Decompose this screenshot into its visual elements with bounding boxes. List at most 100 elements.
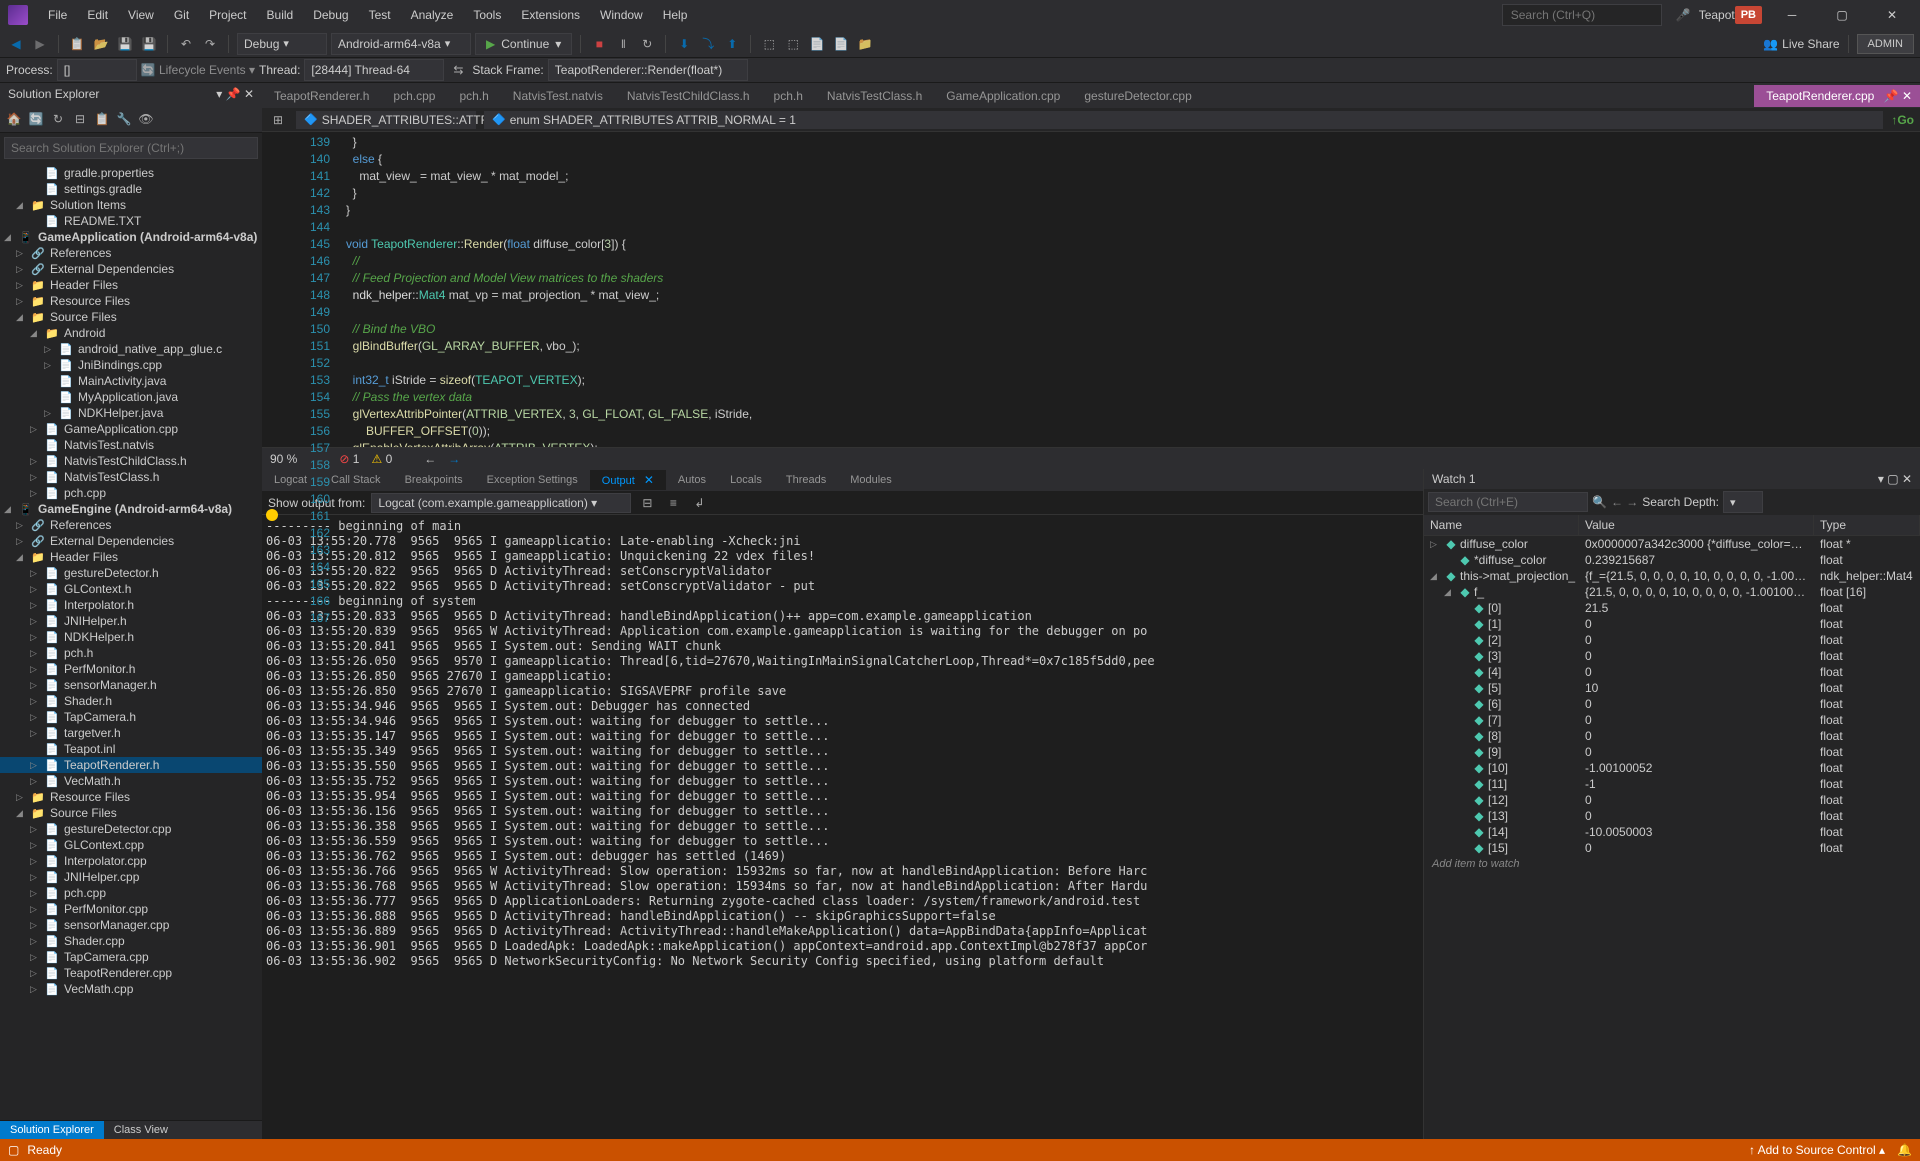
watch-row[interactable]: ◆*diffuse_color0.239215687float (1424, 552, 1920, 568)
panel-close-icon[interactable]: ✕ (244, 87, 254, 101)
tree-item[interactable]: 📄gradle.properties (0, 165, 262, 181)
menu-project[interactable]: Project (201, 4, 254, 26)
watch-col-type[interactable]: Type (1814, 515, 1920, 535)
tree-item[interactable]: ▷📁Header Files (0, 277, 262, 293)
refresh-icon[interactable]: ↻ (48, 109, 68, 129)
continue-button[interactable]: ▶Continue ▾ (475, 33, 572, 55)
tree-item[interactable]: ▷📄pch.cpp (0, 885, 262, 901)
watch-close-icon[interactable]: ✕ (1902, 472, 1912, 486)
tree-item[interactable]: ▷📁Resource Files (0, 789, 262, 805)
tree-item[interactable]: ▷📄pch.cpp (0, 485, 262, 501)
watch-row[interactable]: ◢◆f_{21.5, 0, 0, 0, 0, 10, 0, 0, 0, 0, -… (1424, 584, 1920, 600)
editor-tab[interactable]: pch.h (762, 85, 815, 107)
add-source-control[interactable]: ↑ Add to Source Control ▴ (1749, 1143, 1885, 1157)
tree-item[interactable]: 📄README.TXT (0, 213, 262, 229)
code-editor[interactable]: 1391401411421431441451461471481491501511… (262, 132, 1920, 447)
editor-tab[interactable]: gestureDetector.cpp (1072, 85, 1203, 107)
menu-tools[interactable]: Tools (465, 4, 509, 26)
home-icon[interactable]: 🏠 (4, 109, 24, 129)
tree-item[interactable]: 📄NatvisTest.natvis (0, 437, 262, 453)
tree-item[interactable]: ◢📁Android (0, 325, 262, 341)
minimize-button[interactable]: ─ (1772, 1, 1812, 29)
tree-item[interactable]: ◢📁Header Files (0, 549, 262, 565)
tree-item[interactable]: ▷📄TeapotRenderer.h (0, 757, 262, 773)
platform-dropdown[interactable]: Android-arm64-v8a ▾ (331, 33, 471, 55)
close-button[interactable]: ✕ (1872, 1, 1912, 29)
tb-icon-1[interactable]: ⬚ (759, 34, 779, 54)
tree-item[interactable]: ▷📄PerfMonitor.cpp (0, 901, 262, 917)
watch-row[interactable]: ◆[4]0float (1424, 664, 1920, 680)
new-project-icon[interactable]: 📋 (67, 34, 87, 54)
tree-item[interactable]: ▷📄NatvisTestClass.h (0, 469, 262, 485)
tree-item[interactable]: ▷📄TapCamera.cpp (0, 949, 262, 965)
menu-edit[interactable]: Edit (79, 4, 116, 26)
editor-tab[interactable]: GameApplication.cpp (934, 85, 1072, 107)
lifecycle-events-button[interactable]: 🔄 Lifecycle Events ▾ (141, 63, 255, 77)
restart-icon[interactable]: ↻ (637, 34, 657, 54)
watch-row[interactable]: ◆[10]-1.00100052float (1424, 760, 1920, 776)
step-into-icon[interactable]: ⬇ (674, 34, 694, 54)
watch-row[interactable]: ◢◆this->mat_projection_{f_={21.5, 0, 0, … (1424, 568, 1920, 584)
tree-item[interactable]: ▷🔗References (0, 517, 262, 533)
stop-icon[interactable]: ■ (589, 34, 609, 54)
menu-view[interactable]: View (120, 4, 162, 26)
watch-row[interactable]: ◆[6]0float (1424, 696, 1920, 712)
tree-item[interactable]: 📄MainActivity.java (0, 373, 262, 389)
editor-tab-active[interactable]: TeapotRenderer.cpp 📌 ✕ (1754, 85, 1920, 107)
tree-item[interactable]: ▷📄sensorManager.h (0, 677, 262, 693)
editor-tab[interactable]: pch.cpp (381, 85, 447, 107)
tree-item[interactable]: ▷📄Shader.cpp (0, 933, 262, 949)
tb-icon-2[interactable]: ⬚ (783, 34, 803, 54)
process-dropdown[interactable]: [] (57, 59, 137, 81)
watch-row[interactable]: ◆[2]0float (1424, 632, 1920, 648)
undo-icon[interactable]: ↶ (176, 34, 196, 54)
preview-icon[interactable]: 👁 (136, 109, 156, 129)
microphone-icon[interactable]: 🎤 (1676, 8, 1691, 22)
live-share-button[interactable]: 👥 Live Share (1763, 37, 1839, 51)
nav-back-arrow[interactable]: ← (424, 452, 436, 466)
tree-item[interactable]: ▷📄GLContext.h (0, 581, 262, 597)
tree-item[interactable]: ▷📄GameApplication.cpp (0, 421, 262, 437)
search-depth-dropdown[interactable]: ▾ (1723, 491, 1763, 513)
menu-analyze[interactable]: Analyze (403, 4, 462, 26)
scope-dropdown[interactable]: 🔷 SHADER_ATTRIBUTES::ATTR ▾ (296, 111, 476, 129)
solution-tab[interactable]: Class View (104, 1121, 178, 1139)
solution-search-input[interactable] (4, 137, 258, 159)
dock-tab-autos[interactable]: Autos (666, 471, 718, 489)
tree-item[interactable]: ▷📄GLContext.cpp (0, 837, 262, 853)
tree-item[interactable]: ▷📄JNIHelper.h (0, 613, 262, 629)
watch-dropdown-icon[interactable]: ▾ (1878, 472, 1884, 486)
tb-folder-icon[interactable]: 📁 (855, 34, 875, 54)
clear-icon[interactable]: ⊟ (637, 493, 657, 513)
maximize-button[interactable]: ▢ (1822, 1, 1862, 29)
dock-tab-locals[interactable]: Locals (718, 471, 774, 489)
tree-item[interactable]: ▷📄gestureDetector.h (0, 565, 262, 581)
watch-maximize-icon[interactable]: ▢ (1887, 472, 1898, 486)
editor-tab[interactable]: NatvisTestChildClass.h (615, 85, 762, 107)
save-icon[interactable]: 💾 (115, 34, 135, 54)
tree-item[interactable]: 📄Teapot.inl (0, 741, 262, 757)
watch-search-input[interactable] (1428, 492, 1588, 512)
tree-item[interactable]: ◢📁Solution Items (0, 197, 262, 213)
search-icon[interactable]: 🔍 (1592, 495, 1607, 509)
admin-button[interactable]: ADMIN (1857, 34, 1914, 54)
error-icon[interactable]: ⊘ (339, 452, 349, 466)
menu-test[interactable]: Test (361, 4, 399, 26)
tree-item[interactable]: ▷📄Interpolator.cpp (0, 853, 262, 869)
tree-item[interactable]: ▷🔗References (0, 245, 262, 261)
solution-tree[interactable]: 📄gradle.properties📄settings.gradle◢📁Solu… (0, 163, 262, 1120)
dock-tab-output[interactable]: Output ✕ (590, 470, 666, 490)
tree-item[interactable]: ▷🔗External Dependencies (0, 533, 262, 549)
nav-back-icon[interactable]: ◀ (6, 34, 26, 54)
add-watch-item[interactable]: Add item to watch (1424, 856, 1920, 872)
go-button[interactable]: ↑Go (1891, 113, 1914, 127)
menu-file[interactable]: File (40, 4, 75, 26)
watch-row[interactable]: ◆[1]0float (1424, 616, 1920, 632)
editor-tab[interactable]: pch.h (447, 85, 500, 107)
dock-tab-modules[interactable]: Modules (838, 471, 904, 489)
warning-icon[interactable]: ⚠ (371, 452, 382, 466)
toggle-icon[interactable]: ≡ (663, 493, 683, 513)
output-source-dropdown[interactable]: Logcat (com.example.gameapplication) ▾ (371, 493, 631, 513)
tree-item[interactable]: ▷📄Interpolator.h (0, 597, 262, 613)
menu-debug[interactable]: Debug (305, 4, 356, 26)
